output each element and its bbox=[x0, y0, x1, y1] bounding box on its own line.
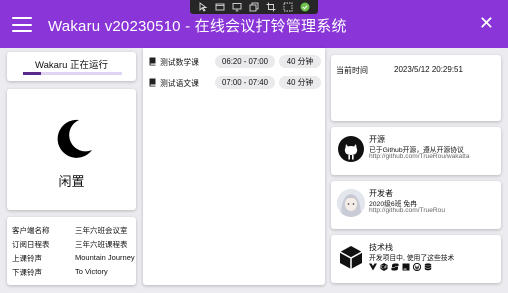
window-title: Wakaru v20230510 - 在线会议打铃管理系统 bbox=[48, 18, 347, 35]
copy-icon[interactable] bbox=[249, 2, 259, 12]
current-time-card: 当前时间 2023/5/12 20:29:51 bbox=[331, 55, 501, 121]
current-time-value: 2023/5/12 20:29:51 bbox=[394, 65, 463, 74]
cursor-icon[interactable] bbox=[198, 2, 208, 12]
client-info-card: 客户端名称 三年六班会议室 订阅日程表 三年六班课程表 上课铃声 Mountai… bbox=[7, 217, 136, 285]
info-row-class-bell: 上课铃声 Mountain Journey bbox=[12, 253, 135, 265]
info-row-schedule: 订阅日程表 三年六班课程表 bbox=[12, 239, 134, 251]
screen-icon[interactable] bbox=[232, 2, 242, 12]
open-source-link[interactable]: http://github.com/TrueRou/wakatta bbox=[369, 153, 470, 160]
course-time: 06:20 - 07:00 bbox=[215, 55, 275, 68]
csharp-icon: C# bbox=[380, 263, 388, 271]
info-value: Mountain Journey bbox=[75, 253, 135, 262]
info-key: 客户端名称 bbox=[12, 226, 50, 235]
developer-card: 开发者 2020级6班 免冉 http://github.com/TrueRou bbox=[331, 181, 501, 229]
status-progress-bar bbox=[23, 72, 122, 75]
avatar bbox=[337, 189, 365, 217]
github-icon bbox=[338, 136, 364, 162]
tech-icons: C# bbox=[369, 263, 432, 271]
vue-icon bbox=[369, 263, 377, 271]
idle-label: 闲置 bbox=[58, 174, 85, 189]
cube-icon bbox=[339, 246, 363, 269]
jetbrains-icon bbox=[402, 263, 410, 271]
schedule-card: 测试数学课 06:20 - 07:00 40 分钟 测试语文课 07:00 - … bbox=[143, 48, 325, 285]
info-key: 下课铃声 bbox=[12, 268, 42, 277]
info-row-dismiss-bell: 下课铃声 To Victory bbox=[12, 267, 134, 279]
close-icon[interactable]: ✕ bbox=[479, 13, 494, 33]
book-icon bbox=[149, 57, 156, 66]
course-name: 测试语文课 bbox=[160, 79, 199, 88]
tech-stack-description: 开发项目中, 使用了这些技术 bbox=[369, 255, 455, 262]
status-progress-fill bbox=[23, 72, 41, 75]
window-icon[interactable] bbox=[215, 2, 225, 12]
info-row-client-name: 客户端名称 三年六班会议室 bbox=[12, 225, 134, 237]
info-value: 三年六班课程表 bbox=[75, 240, 128, 249]
developer-link[interactable]: http://github.com/TrueRou bbox=[369, 207, 445, 214]
svg-text:C#: C# bbox=[381, 265, 388, 270]
capture-toolbar bbox=[190, 0, 318, 14]
schedule-row[interactable]: 测试语文课 07:00 - 07:40 40 分钟 bbox=[149, 76, 321, 90]
moon-icon bbox=[57, 119, 92, 158]
course-time: 07:00 - 07:40 bbox=[215, 76, 275, 89]
info-key: 上课铃声 bbox=[12, 254, 42, 263]
book-icon bbox=[149, 78, 156, 87]
status-card: Wakaru 正在运行 bbox=[7, 52, 136, 81]
crop-icon[interactable] bbox=[266, 2, 276, 12]
open-source-card: 开源 已于Github开源，遵从开源协议 http://github.com/T… bbox=[331, 127, 501, 175]
python-icon bbox=[391, 263, 399, 271]
course-name: 测试数学课 bbox=[160, 58, 199, 67]
info-value: 三年六班会议室 bbox=[75, 226, 128, 235]
check-icon[interactable] bbox=[300, 2, 310, 12]
course-duration: 40 分钟 bbox=[279, 55, 321, 68]
course-duration: 40 分钟 bbox=[279, 76, 321, 89]
status-text: Wakaru 正在运行 bbox=[34, 60, 109, 71]
wordpress-icon bbox=[413, 263, 421, 271]
idle-card: 闲置 bbox=[7, 89, 136, 210]
menu-icon[interactable] bbox=[12, 17, 32, 32]
info-key: 订阅日程表 bbox=[12, 240, 50, 249]
tech-stack-card: 技术栈 开发项目中, 使用了这些技术 C# bbox=[331, 235, 501, 283]
database-icon bbox=[424, 263, 432, 271]
info-value: To Victory bbox=[75, 267, 108, 276]
region-icon[interactable] bbox=[283, 2, 293, 12]
schedule-row[interactable]: 测试数学课 06:20 - 07:00 40 分钟 bbox=[149, 55, 321, 69]
current-time-label: 当前时间 bbox=[336, 66, 368, 75]
